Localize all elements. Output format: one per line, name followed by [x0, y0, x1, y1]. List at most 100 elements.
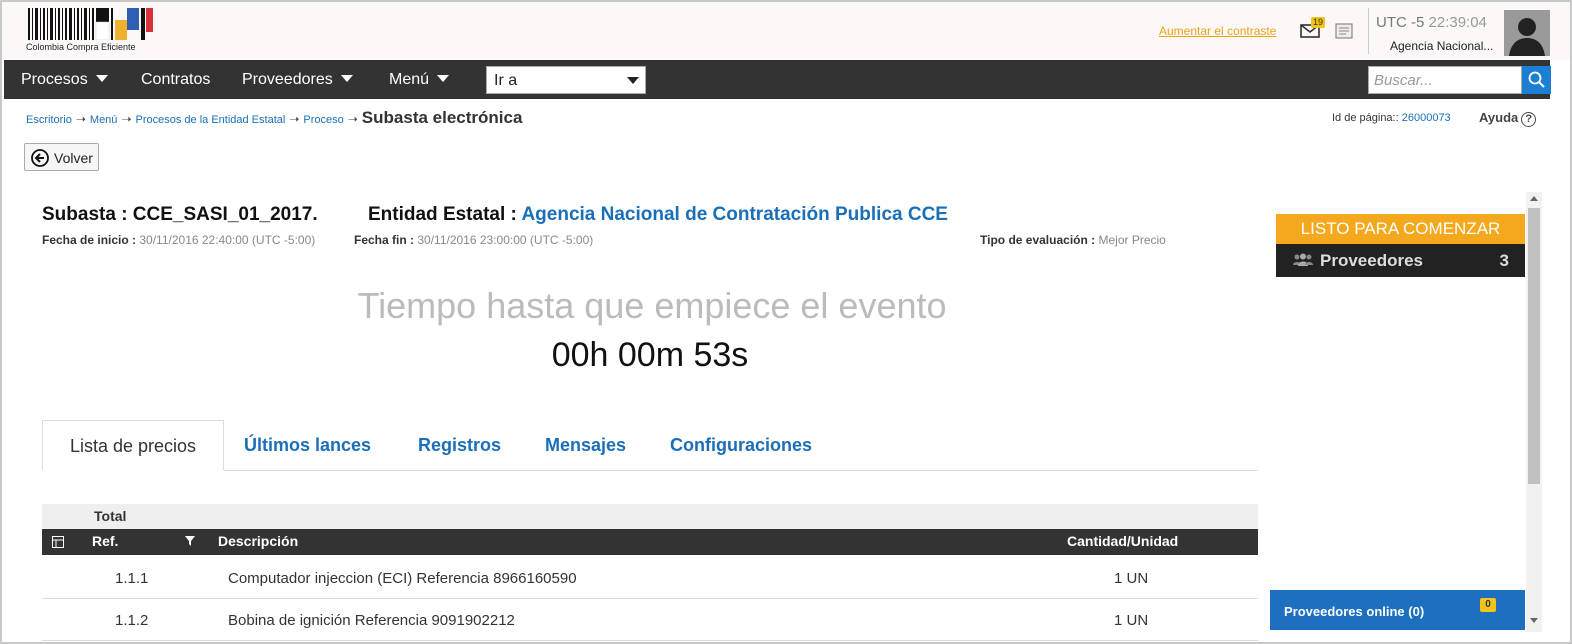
row-quantity: 1 UN	[1114, 612, 1149, 629]
page-id: Id de página:: 26000073	[1332, 112, 1451, 124]
clock: UTC -5 22:39:04	[1376, 14, 1487, 31]
select-caret-icon	[627, 77, 639, 84]
auction-status-badge: LISTO PARA COMENZAR	[1276, 214, 1525, 244]
evaluation-type-value: Mejor Precio	[1098, 233, 1166, 247]
mail-count-badge: 19	[1311, 17, 1326, 28]
scroll-down-arrow-icon[interactable]	[1530, 618, 1538, 623]
start-date: Fecha de inicio : 30/11/2016 22:40:00 (U…	[42, 231, 332, 249]
tab-configuraciones[interactable]: Configuraciones	[670, 420, 812, 471]
nav-menu-label: Menú	[389, 71, 430, 88]
tab-registros[interactable]: Registros	[418, 420, 501, 471]
user-silhouette-icon	[1504, 10, 1550, 56]
logo-text: Colombia Compra Eficiente	[26, 42, 136, 52]
tabs-divider	[42, 470, 1258, 471]
top-header: Colombia Compra Eficiente Aumentar el co…	[2, 2, 1570, 60]
nav-proveedores-label: Proveedores	[242, 71, 333, 88]
search-icon	[1528, 71, 1545, 88]
auction-title: Subasta : CCE_SASI_01_2017.	[42, 204, 318, 225]
row-quantity: 1 UN	[1114, 570, 1149, 587]
entity-label: Entidad Estatal :	[368, 204, 517, 225]
start-date-value: 30/11/2016 22:40:00 (UTC -5:00)	[139, 233, 316, 247]
avatar[interactable]	[1504, 10, 1550, 56]
header-separator	[1368, 8, 1369, 54]
tab-mensajes[interactable]: Mensajes	[545, 420, 626, 471]
end-date-value: 30/11/2016 23:00:00 (UTC -5:00)	[417, 233, 594, 247]
nav-contratos-label: Contratos	[141, 71, 211, 88]
question-icon: ?	[1521, 112, 1537, 127]
arrow-right-icon: ➝	[289, 112, 300, 126]
column-ref[interactable]: Ref.	[92, 533, 118, 549]
arrow-right-icon: ➝	[121, 112, 132, 126]
increase-contrast-link[interactable]: Aumentar el contraste	[1159, 24, 1276, 38]
end-date: Fecha fin : 30/11/2016 23:00:00 (UTC -5:…	[354, 231, 593, 249]
page-title: Subasta electrónica	[361, 108, 523, 127]
online-providers-label: Proveedores online (0)	[1284, 604, 1425, 619]
start-date-label: Fecha de inicio :	[42, 233, 137, 247]
barcode-logo-icon	[28, 8, 153, 40]
colombia-compra-logo[interactable]: Colombia Compra Eficiente	[26, 8, 158, 54]
search-input[interactable]	[1368, 66, 1522, 94]
table-row[interactable]: 1.1.2 Bobina de ignición Referencia 9091…	[42, 599, 1258, 641]
evaluation-type: Tipo de evaluación : Mejor Precio	[980, 231, 1166, 249]
search-button[interactable]	[1522, 66, 1551, 94]
help-button[interactable]: Ayuda?	[1479, 110, 1537, 127]
column-descripcion[interactable]: Descripción	[218, 533, 298, 549]
arrow-right-icon: ➝	[75, 112, 86, 126]
evaluation-type-label: Tipo de evaluación :	[980, 233, 1096, 247]
goto-select[interactable]: Ir a	[486, 66, 646, 94]
breadcrumb-menu[interactable]: Menú	[90, 114, 118, 126]
tab-lista-precios[interactable]: Lista de precios	[42, 420, 224, 471]
column-cantidad[interactable]: Cantidad/Unidad	[1067, 533, 1178, 549]
nav-contratos[interactable]: Contratos	[141, 60, 210, 99]
arrow-left-circle-icon	[31, 149, 49, 167]
users-group-icon	[1293, 253, 1313, 266]
goto-select-value: Ir a	[494, 72, 518, 89]
scrollbar-thumb[interactable]	[1528, 208, 1540, 484]
breadcrumb-escritorio[interactable]: Escritorio	[26, 114, 72, 126]
providers-summary[interactable]: Proveedores 3	[1276, 244, 1525, 277]
scroll-up-arrow-icon[interactable]	[1530, 196, 1538, 201]
table-total-row: Total	[42, 504, 1258, 529]
row-description: Bobina de ignición Referencia 9091902212	[228, 612, 515, 629]
breadcrumb: Escritorio ➝ Menú ➝ Procesos de la Entidad E…	[26, 108, 522, 128]
row-ref: 1.1.2	[115, 612, 149, 629]
back-button[interactable]: Volver	[24, 143, 99, 171]
chevron-down-icon	[437, 75, 450, 82]
nav-procesos-label: Procesos	[21, 71, 88, 88]
table-columns-icon[interactable]	[52, 536, 64, 548]
main-navbar: Procesos Contratos Proveedores Menú Ir a	[4, 60, 1551, 99]
chat-badge-icon: 0	[1480, 598, 1496, 612]
providers-count: 3	[1499, 251, 1509, 270]
countdown-timer: 00h 00m 53s	[551, 336, 749, 374]
entity-link[interactable]: Agencia Nacional de Contratación Publica…	[521, 204, 948, 225]
entity-heading: Entidad Estatal : Agencia Nacional de Co…	[368, 204, 948, 226]
nav-procesos[interactable]: Procesos	[21, 60, 108, 99]
page-id-label: Id de página::	[1332, 112, 1399, 124]
breadcrumb-procesos[interactable]: Procesos de la Entidad Estatal	[136, 114, 286, 126]
countdown-label: Tiempo hasta que empiece el evento	[357, 285, 947, 326]
page-id-value[interactable]: 26000073	[1402, 112, 1451, 124]
help-label: Ayuda	[1479, 110, 1519, 125]
row-ref: 1.1.1	[115, 570, 149, 587]
end-date-label: Fecha fin :	[354, 233, 415, 247]
clock-time: 22:39:04	[1428, 14, 1487, 31]
chevron-down-icon	[340, 75, 353, 82]
app-frame: Colombia Compra Eficiente Aumentar el co…	[0, 0, 1572, 644]
chevron-down-icon	[95, 75, 108, 82]
nav-proveedores[interactable]: Proveedores	[242, 60, 353, 99]
utc-label: UTC -5	[1376, 14, 1425, 31]
total-label: Total	[94, 508, 127, 524]
filter-icon[interactable]	[185, 536, 195, 546]
user-agency-name[interactable]: Agencia Nacional...	[1390, 39, 1493, 53]
back-label: Volver	[54, 150, 93, 166]
table-header: Ref. Descripción Cantidad/Unidad	[42, 529, 1258, 555]
notes-icon[interactable]	[1334, 22, 1354, 40]
breadcrumb-proceso[interactable]: Proceso	[303, 114, 343, 126]
row-description: Computador injeccion (ECI) Referencia 89…	[228, 570, 577, 587]
arrow-right-icon: ➝	[347, 112, 358, 126]
tab-ultimos-lances[interactable]: Últimos lances	[244, 420, 371, 471]
table-row[interactable]: 1.1.1 Computador injeccion (ECI) Referen…	[42, 557, 1258, 599]
nav-menu[interactable]: Menú	[389, 60, 450, 99]
online-providers-bar[interactable]: Proveedores online (0) 0	[1270, 590, 1525, 630]
providers-label: Proveedores	[1320, 251, 1423, 270]
